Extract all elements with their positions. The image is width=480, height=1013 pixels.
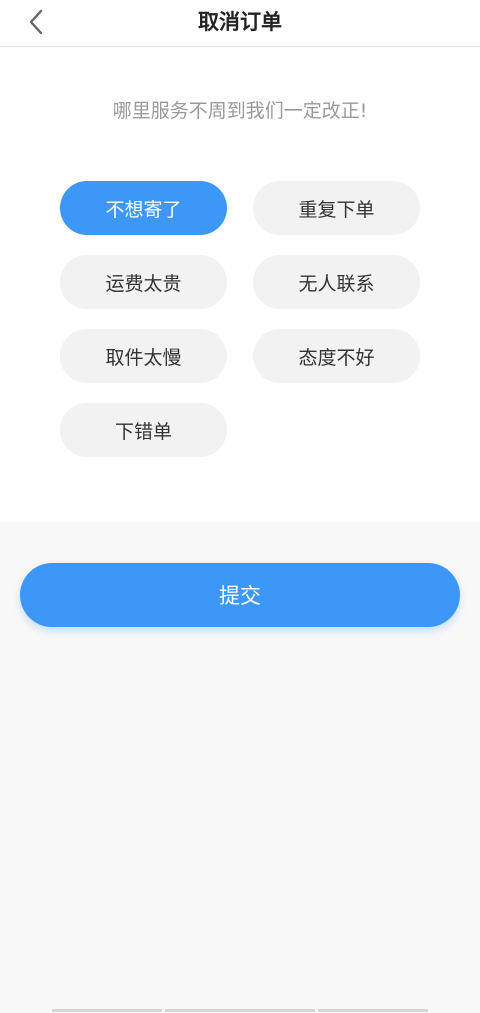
- header: 取消订单: [0, 0, 480, 47]
- reason-chip-bad-attitude[interactable]: 态度不好: [253, 329, 420, 383]
- reason-chip-pickup-slow[interactable]: 取件太慢: [60, 329, 227, 383]
- reason-chip-wrong-order[interactable]: 下错单: [60, 403, 227, 457]
- reason-chip-duplicate-order[interactable]: 重复下单: [253, 181, 420, 235]
- reason-chip-no-contact[interactable]: 无人联系: [253, 255, 420, 309]
- prompt-text: 哪里服务不周到我们一定改正!: [112, 100, 368, 122]
- submit-button[interactable]: 提交: [20, 563, 460, 627]
- reason-chip-shipping-expensive[interactable]: 运费太贵: [60, 255, 227, 309]
- page-title: 取消订单: [198, 10, 282, 34]
- reason-chip-not-send[interactable]: 不想寄了: [60, 181, 227, 235]
- bottom-nav-bar: [0, 1009, 480, 1013]
- reason-panel: 哪里服务不周到我们一定改正! 不想寄了 重复下单 运费太贵 无人联系 取件太慢 …: [0, 48, 480, 522]
